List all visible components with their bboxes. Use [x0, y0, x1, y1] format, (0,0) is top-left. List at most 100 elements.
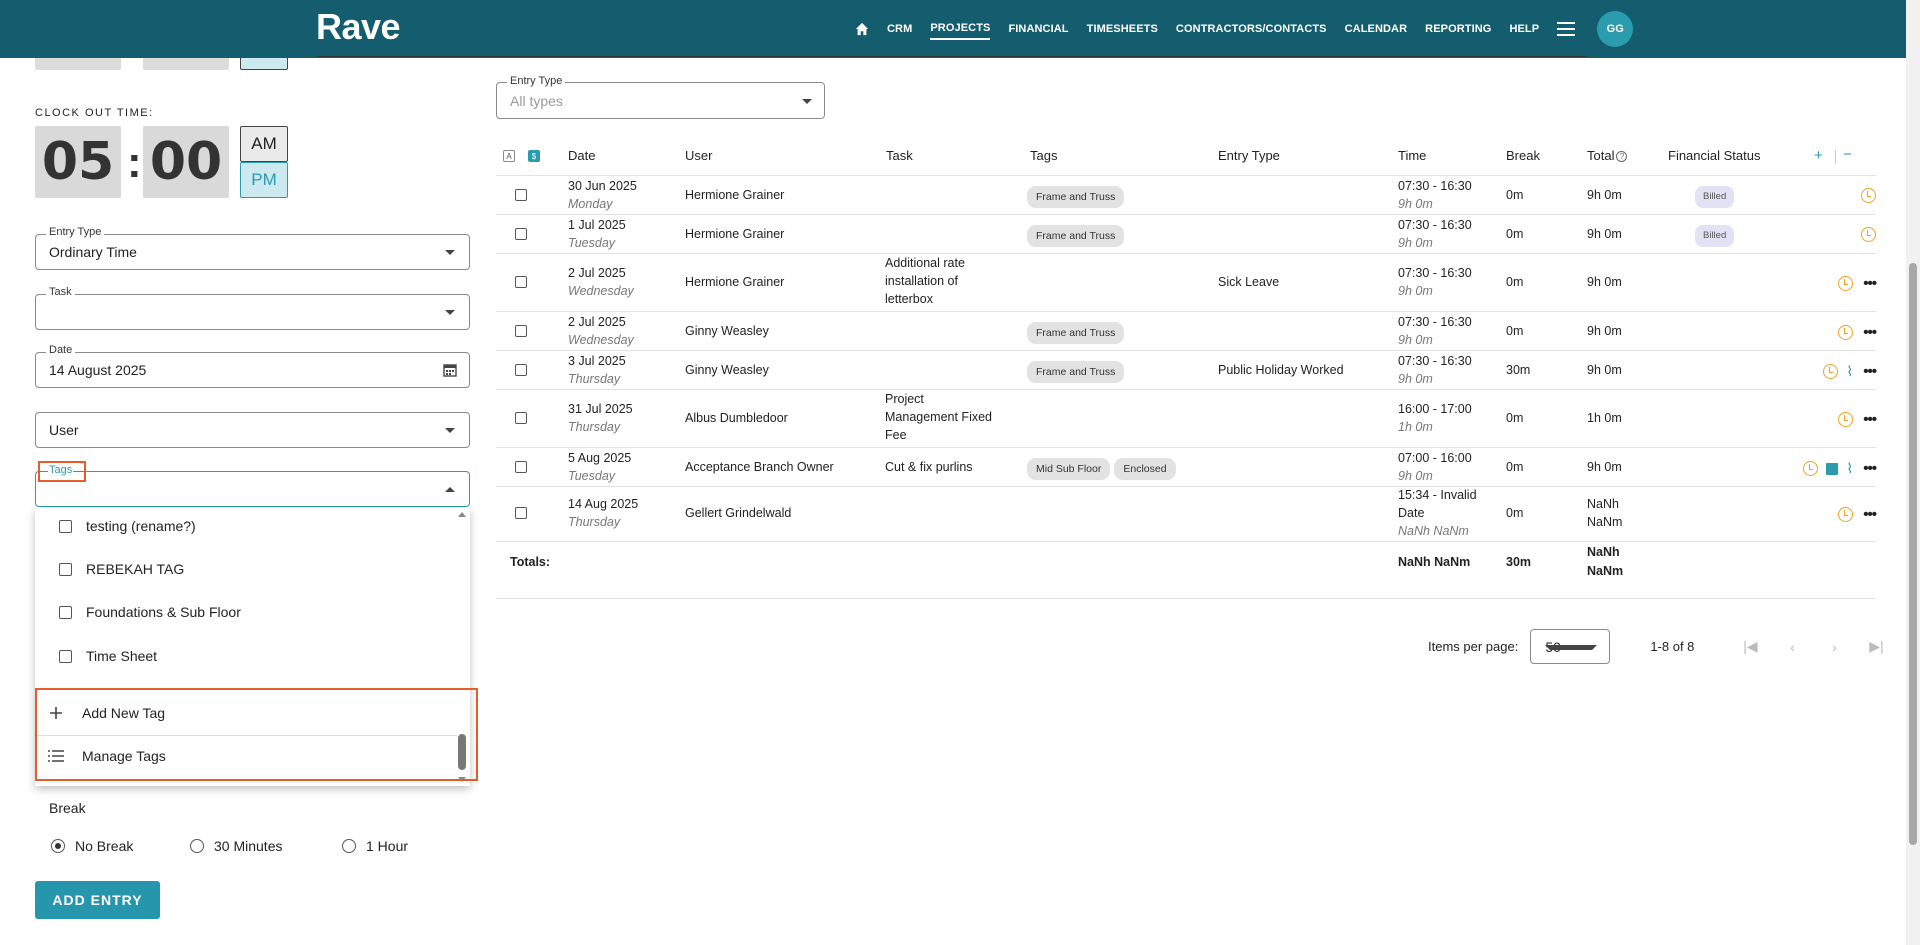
user-select[interactable]: User: [35, 412, 470, 448]
menu-icon[interactable]: [1557, 18, 1576, 40]
tag-option[interactable]: Time Sheet: [59, 641, 157, 671]
scroll-up-icon[interactable]: [458, 512, 466, 517]
break-option-30-minutes[interactable]: 30 Minutes: [190, 838, 282, 854]
previous-page-icon[interactable]: ‹: [1784, 639, 1800, 655]
col-task[interactable]: Task: [886, 148, 913, 163]
clock-out-minutes[interactable]: 00: [143, 126, 229, 198]
entry-type-select[interactable]: Entry Type Ordinary Time: [35, 226, 470, 270]
nav-financial[interactable]: FINANCIAL: [1008, 19, 1068, 39]
help-icon[interactable]: ?: [1616, 151, 1628, 163]
row-checkbox[interactable]: [515, 189, 527, 201]
col-date[interactable]: Date: [568, 148, 595, 163]
table-row[interactable]: 31 Jul 2025 Thursday Albus Dumbledoor Pr…: [496, 389, 1877, 447]
tags-select[interactable]: [35, 471, 470, 507]
timesheet-clock-icon[interactable]: [1823, 364, 1839, 379]
row-break: 0m: [1506, 275, 1524, 289]
entry-type-filter[interactable]: Entry Type All types: [496, 75, 825, 119]
row-checkbox[interactable]: [515, 412, 527, 424]
page-scrollbar-thumb[interactable]: [1909, 263, 1917, 845]
row-checkbox[interactable]: [515, 228, 527, 240]
table-row[interactable]: 2 Jul 2025 Wednesday Hermione Grainer Ad…: [496, 253, 1877, 311]
timesheet-clock-icon[interactable]: [1838, 276, 1854, 291]
add-new-tag-button[interactable]: Add New Tag: [48, 693, 165, 733]
add-entry-button[interactable]: ADD ENTRY: [35, 881, 160, 919]
manage-tags-button[interactable]: Manage Tags: [48, 736, 166, 776]
note-icon[interactable]: [1826, 462, 1839, 475]
col-user[interactable]: User: [685, 148, 712, 163]
row-checkbox[interactable]: [515, 276, 527, 288]
calendar-icon[interactable]: [443, 363, 457, 377]
billing-toggle-icon[interactable]: $: [528, 150, 540, 162]
table-row[interactable]: 2 Jul 2025 Wednesday Ginny Weasley Frame…: [496, 311, 1877, 350]
timesheet-clock-icon[interactable]: [1838, 412, 1854, 427]
row-date: 2 Jul 2025: [568, 266, 626, 280]
tag-option[interactable]: REBEKAH TAG: [59, 554, 184, 584]
row-checkbox[interactable]: [515, 507, 527, 519]
timesheet-clock-icon[interactable]: [1861, 227, 1876, 242]
table-row[interactable]: 3 Jul 2025 Thursday Ginny Weasley Frame …: [496, 350, 1877, 389]
tag-option[interactable]: testing (rename?): [59, 511, 196, 541]
col-total[interactable]: Total?: [1587, 148, 1628, 163]
timesheet-clock-icon[interactable]: [1838, 507, 1854, 522]
first-page-icon[interactable]: |◀: [1742, 638, 1758, 655]
nav-reporting[interactable]: REPORTING: [1425, 19, 1491, 39]
table-row[interactable]: 5 Aug 2025 Tuesday Acceptance Branch Own…: [496, 447, 1877, 486]
row-checkbox[interactable]: [515, 364, 527, 376]
break-option-1-hour[interactable]: 1 Hour: [342, 838, 408, 854]
more-options-icon[interactable]: •••: [1863, 506, 1877, 523]
checkbox[interactable]: [59, 562, 72, 576]
clock-out-hours[interactable]: 05: [35, 126, 121, 198]
last-page-icon[interactable]: ▶|: [1868, 638, 1884, 655]
attachment-icon[interactable]: ⌇: [1846, 460, 1853, 477]
date-label: Date: [46, 344, 76, 356]
items-per-page-select[interactable]: 50: [1530, 629, 1611, 664]
break-option-no-break[interactable]: No Break: [51, 838, 133, 854]
tag-option[interactable]: Foundations & Sub Floor: [59, 597, 241, 627]
nav-timesheets[interactable]: TIMESHEETS: [1087, 19, 1158, 39]
more-options-icon[interactable]: •••: [1863, 324, 1877, 341]
date-field[interactable]: Date 14 August 2025: [35, 344, 470, 388]
select-all-icon[interactable]: A: [503, 150, 515, 162]
totals-break: 30m: [1506, 555, 1532, 569]
col-financial-status[interactable]: Financial Status: [1668, 148, 1761, 163]
radio-selected[interactable]: [51, 839, 65, 853]
row-date: 30 Jun 2025: [568, 179, 637, 193]
table-row[interactable]: 14 Aug 2025 Thursday Gellert Grindelwald…: [496, 486, 1877, 541]
next-page-icon[interactable]: ›: [1826, 639, 1842, 655]
nav-help[interactable]: HELP: [1509, 19, 1539, 39]
checkbox[interactable]: [59, 605, 72, 619]
checkbox[interactable]: [59, 649, 72, 663]
more-options-icon[interactable]: •••: [1863, 275, 1877, 292]
task-select[interactable]: Task: [35, 286, 470, 330]
expand-all-icon[interactable]: +: [1814, 147, 1823, 164]
more-options-icon[interactable]: •••: [1863, 411, 1877, 428]
timesheet-clock-icon[interactable]: [1803, 461, 1819, 476]
radio[interactable]: [342, 839, 356, 853]
col-entry-type[interactable]: Entry Type: [1218, 148, 1280, 163]
user-avatar[interactable]: GG: [1597, 11, 1634, 47]
col-break[interactable]: Break: [1506, 148, 1540, 163]
col-time[interactable]: Time: [1398, 148, 1426, 163]
nav-projects[interactable]: PROJECTS: [930, 18, 991, 40]
col-tags[interactable]: Tags: [1030, 148, 1057, 163]
am-button[interactable]: AM: [240, 126, 288, 162]
row-checkbox[interactable]: [515, 461, 527, 473]
app-logo[interactable]: Rave: [316, 6, 401, 48]
table-row[interactable]: 1 Jul 2025 Tuesday Hermione Grainer Fram…: [496, 214, 1876, 253]
checkbox[interactable]: [59, 519, 72, 533]
nav-contractors-contacts[interactable]: CONTRACTORS/CONTACTS: [1176, 19, 1327, 39]
nav-calendar[interactable]: CALENDAR: [1345, 19, 1408, 39]
nav-crm[interactable]: CRM: [887, 19, 912, 39]
radio[interactable]: [190, 839, 204, 853]
pm-button[interactable]: PM: [240, 162, 288, 198]
collapse-all-icon[interactable]: −: [1843, 146, 1852, 163]
timesheet-clock-icon[interactable]: [1838, 325, 1854, 340]
page-scrollbar[interactable]: [1906, 0, 1920, 945]
table-row[interactable]: 30 Jun 2025 Monday Hermione Grainer Fram…: [496, 175, 1876, 214]
row-checkbox[interactable]: [515, 325, 527, 337]
more-options-icon[interactable]: •••: [1863, 460, 1877, 477]
home-icon[interactable]: [855, 22, 869, 36]
more-options-icon[interactable]: •••: [1863, 363, 1877, 380]
attachment-icon[interactable]: ⌇: [1846, 363, 1853, 380]
timesheet-clock-icon[interactable]: [1861, 188, 1876, 203]
